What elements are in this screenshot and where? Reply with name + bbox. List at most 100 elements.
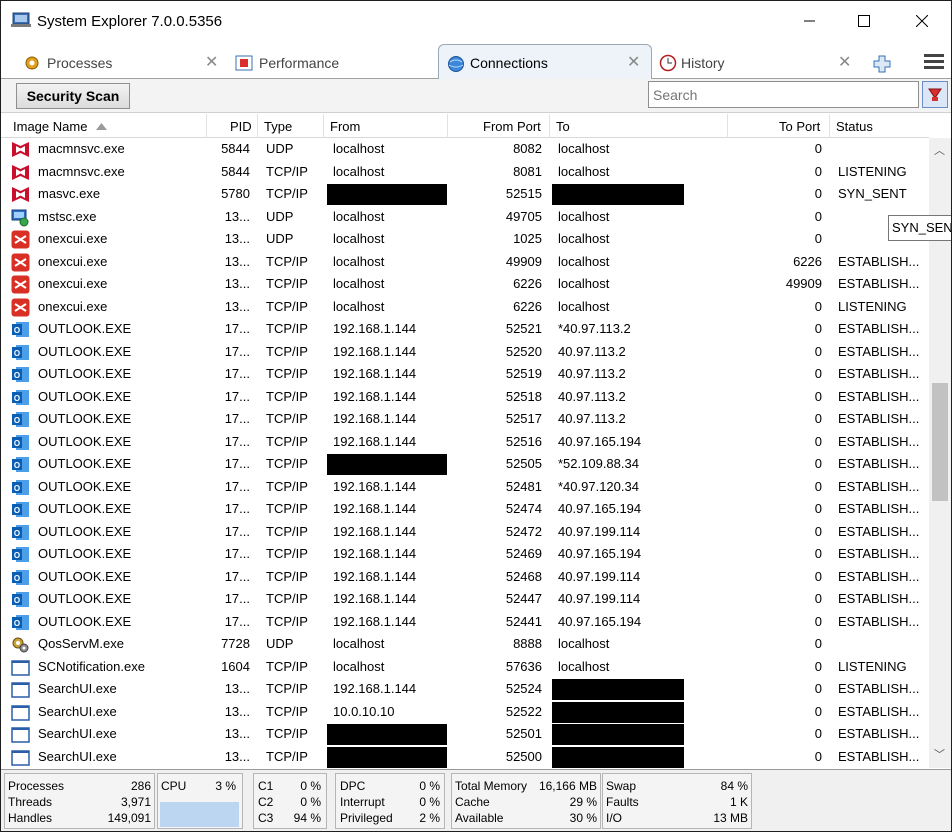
cell-status: ESTABLISH...: [838, 613, 920, 629]
tab-label: Processes: [47, 55, 113, 71]
table-row[interactable]: O OUTLOOK.EXE 17... TCP/IP 192.168.1.144 5251…: [1, 408, 929, 431]
window-icon: [11, 725, 30, 744]
table-row[interactable]: onexcui.exe 13... UDP localhost 1025 localhos…: [1, 228, 929, 251]
io-value: 13 MB: [713, 811, 748, 825]
table-row[interactable]: macmnsvc.exe 5844 UDP localhost 8082 localhos…: [1, 138, 929, 161]
table-row[interactable]: O OUTLOOK.EXE 17... TCP/IP 192.168.1.144 5244…: [1, 611, 929, 634]
tab-processes[interactable]: Processes ✕: [19, 47, 227, 79]
security-scan-button[interactable]: Security Scan: [16, 83, 130, 109]
column-header-pid[interactable]: PID: [230, 119, 252, 134]
cell-image-name: OUTLOOK.EXE: [38, 456, 132, 471]
table-row[interactable]: O OUTLOOK.EXE 17... TCP/IP 192.168.1.144 5251…: [1, 431, 929, 454]
table-row[interactable]: O OUTLOOK.EXE 17... TCP/IP 192.168.1.144 5252…: [1, 318, 929, 341]
tab-history[interactable]: History ✕: [655, 47, 855, 79]
cell-pid: 13...: [224, 208, 250, 224]
scroll-up-icon[interactable]: ︿: [934, 142, 945, 158]
cell-from: 192.168.1.144: [333, 501, 417, 516]
table-row[interactable]: SearchUI.exe 13... TCP/IP 52500 0 ESTABLISH..…: [1, 746, 929, 769]
cell-pid: 17...: [224, 321, 250, 336]
cell-from: 10.0.10.10: [333, 703, 395, 719]
status-interrupts-group: DPC 0 % Interrupt 0 % Privileged 2 %: [335, 773, 445, 829]
swap-value: 84 %: [720, 779, 748, 793]
table-row[interactable]: macmnsvc.exe 5844 TCP/IP localhost 8081 local…: [1, 161, 929, 184]
status-label: Processes: [8, 779, 65, 793]
column-header-status[interactable]: Status: [836, 119, 873, 134]
column-header-from-port[interactable]: From Port: [483, 119, 541, 134]
table-row[interactable]: onexcui.exe 13... TCP/IP localhost 49909 loca…: [1, 251, 929, 274]
column-header-to[interactable]: To: [556, 119, 570, 134]
cell-pid: 17...: [224, 433, 250, 449]
tab-connections[interactable]: Connections ✕: [438, 44, 652, 79]
cell-from-port: 52505: [505, 456, 542, 471]
cell-to: localhost: [558, 276, 610, 291]
cell-status: SYN_SENT: [838, 186, 907, 201]
status-label: Faults: [606, 795, 639, 809]
table-row[interactable]: masvc.exe 5780 TCP/IP 52515 0 SYN_SENT: [1, 183, 929, 206]
cell-from-port: 49705: [505, 208, 542, 224]
cell-from: localhost: [333, 253, 385, 269]
search-button[interactable]: [922, 81, 948, 108]
cell-from-port: 52500: [505, 748, 542, 764]
scrollbar-thumb[interactable]: [932, 383, 948, 501]
table-row[interactable]: O OUTLOOK.EXE 17... TCP/IP 192.168.1.144 5246…: [1, 543, 929, 566]
column-header-to-port[interactable]: To Port: [779, 119, 820, 134]
table-row[interactable]: onexcui.exe 13... TCP/IP localhost 6226 local…: [1, 273, 929, 296]
table-row[interactable]: O OUTLOOK.EXE 17... TCP/IP 192.168.1.144 5248…: [1, 476, 929, 499]
svg-text:O: O: [14, 574, 20, 583]
close-tab-icon[interactable]: ✕: [838, 52, 851, 72]
add-tab-icon[interactable]: [871, 53, 893, 75]
outlook-icon: O: [11, 545, 30, 564]
column-divider[interactable]: [257, 114, 258, 138]
column-divider[interactable]: [206, 114, 207, 138]
cell-to: localhost: [558, 636, 610, 651]
table-row[interactable]: O OUTLOOK.EXE 17... TCP/IP 192.168.1.144 5251…: [1, 363, 929, 386]
close-tab-icon[interactable]: ✕: [205, 52, 218, 72]
search-input[interactable]: [648, 81, 919, 108]
status-label: Privileged: [340, 811, 393, 825]
minimize-button[interactable]: [787, 1, 833, 41]
menu-icon[interactable]: [921, 51, 947, 73]
scroll-down-icon[interactable]: ﹀: [934, 746, 945, 762]
table-row[interactable]: onexcui.exe 13... TCP/IP localhost 6226 local…: [1, 296, 929, 319]
table-row[interactable]: O OUTLOOK.EXE 17... TCP/IP 192.168.1.144 5247…: [1, 498, 929, 521]
cell-to-port: 0: [814, 613, 822, 629]
column-divider[interactable]: [549, 114, 550, 138]
table-row[interactable]: O OUTLOOK.EXE 17... TCP/IP 52505 *52.109.88.3…: [1, 453, 929, 476]
column-divider[interactable]: [829, 114, 830, 138]
table-row[interactable]: O OUTLOOK.EXE 17... TCP/IP 192.168.1.144 5252…: [1, 341, 929, 364]
maximize-button[interactable]: [841, 1, 887, 41]
svg-text:O: O: [14, 551, 20, 560]
close-button[interactable]: [899, 1, 945, 41]
table-row[interactable]: O OUTLOOK.EXE 17... TCP/IP 192.168.1.144 5246…: [1, 566, 929, 589]
table-row[interactable]: O OUTLOOK.EXE 17... TCP/IP 192.168.1.144 5244…: [1, 588, 929, 611]
table-row[interactable]: SearchUI.exe 13... TCP/IP 192.168.1.144 5252…: [1, 678, 929, 701]
table-row[interactable]: O OUTLOOK.EXE 17... TCP/IP 192.168.1.144 5247…: [1, 521, 929, 544]
cell-status: ESTABLISH...: [838, 366, 920, 381]
cell-from: 192.168.1.144: [333, 366, 417, 381]
close-tab-icon[interactable]: ✕: [627, 52, 640, 72]
table-row[interactable]: SCNotification.exe 1604 TCP/IP localhost 576…: [1, 656, 929, 679]
column-divider[interactable]: [727, 114, 728, 138]
column-divider[interactable]: [323, 114, 324, 138]
column-divider[interactable]: [447, 114, 448, 138]
cell-status: LISTENING: [838, 658, 907, 674]
column-header-image-name[interactable]: Image Name: [13, 119, 87, 134]
cell-type: TCP/IP: [266, 343, 308, 359]
table-row[interactable]: SearchUI.exe 13... TCP/IP 10.0.10.10 52522 0 E…: [1, 701, 929, 724]
tab-performance[interactable]: Performance: [231, 47, 431, 79]
cell-from-port: 52447: [505, 591, 542, 606]
cell-pid: 17...: [224, 478, 250, 494]
cell-from: 192.168.1.144: [333, 321, 417, 336]
redaction-box: [552, 679, 684, 700]
table-row[interactable]: SearchUI.exe 13... TCP/IP 52501 0 ESTABLISH..…: [1, 723, 929, 746]
column-header-type[interactable]: Type: [264, 119, 292, 134]
cell-to: 40.97.165.194: [558, 613, 642, 629]
table-row[interactable]: O OUTLOOK.EXE 17... TCP/IP 192.168.1.144 5251…: [1, 386, 929, 409]
svg-text:O: O: [14, 484, 20, 493]
table-row[interactable]: QosServM.exe 7728 UDP localhost 8888 localhos…: [1, 633, 929, 656]
table-row[interactable]: mstsc.exe 13... UDP localhost 49705 localhost…: [1, 206, 929, 229]
svg-text:O: O: [14, 461, 20, 470]
outlook-icon: O: [11, 320, 30, 339]
cell-from: 192.168.1.144: [333, 681, 417, 696]
column-header-from[interactable]: From: [330, 119, 360, 134]
